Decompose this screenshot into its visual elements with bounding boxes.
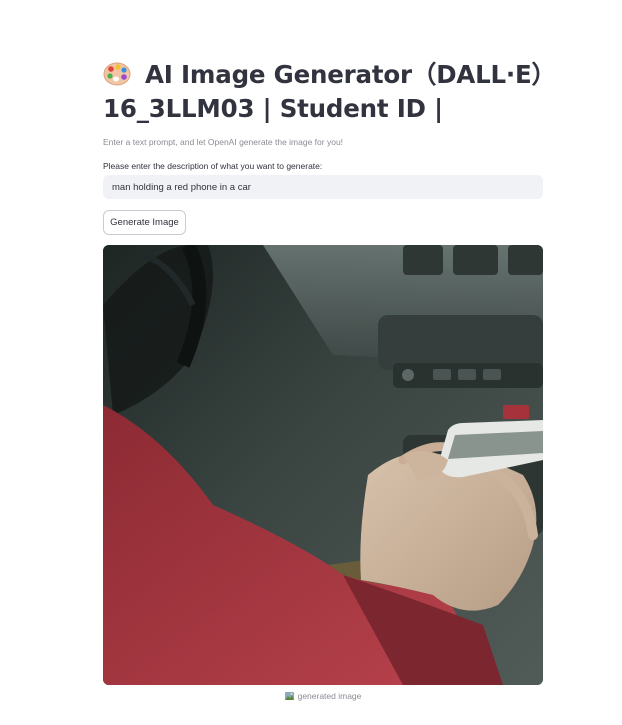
title-line-1: AI Image Generator（DALL·E） xyxy=(103,58,563,92)
image-icon xyxy=(284,692,294,700)
generated-image xyxy=(103,245,543,685)
title-line-2: 16_3LLM03 | Student ID | xyxy=(103,94,443,123)
page-caption: Enter a text prompt, and let OpenAI gene… xyxy=(103,137,344,147)
page-title: AI Image Generator（DALL·E） 16_3LLM03 | S… xyxy=(103,58,563,126)
title-text-1: AI Image Generator（DALL·E） xyxy=(145,60,556,89)
palette-icon xyxy=(103,61,133,86)
generate-image-button[interactable]: Generate Image xyxy=(103,210,186,235)
prompt-label: Please enter the description of what you… xyxy=(103,161,323,171)
image-caption-text: generated image xyxy=(297,691,362,701)
image-caption: generated image xyxy=(103,691,543,701)
prompt-input[interactable] xyxy=(103,175,543,199)
